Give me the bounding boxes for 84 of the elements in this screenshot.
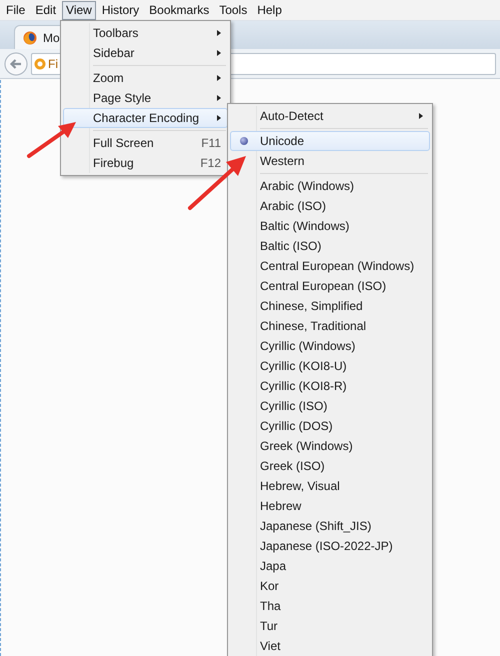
submenu-arrow-icon [217,50,221,56]
menu-item[interactable]: Viet [230,636,430,656]
menu-item-label: Arabic (ISO) [260,198,328,215]
menu-item[interactable]: Full Screen F11 [63,133,228,153]
menu-item[interactable]: Arabic (ISO) [230,196,430,216]
menu-bar-item[interactable]: Tools [215,0,252,20]
menu-item[interactable]: Chinese, Simplified [230,296,430,316]
menu-item[interactable]: Chinese, Traditional [230,316,430,336]
warning-icon [34,58,46,70]
menu-item-label: Firebug [93,155,135,172]
menu-item-label: Greek (Windows) [260,438,354,455]
menu-item-label: Tha [260,598,282,615]
menu-item-label: Toolbars [93,25,140,42]
menu-item[interactable]: Cyrillic (Windows) [230,336,430,356]
menu-item-label: Cyrillic (DOS) [260,418,334,435]
menu-item-label: Chinese, Traditional [260,318,368,335]
menu-item-label: Hebrew, Visual [260,478,341,495]
menu-item-label: Cyrillic (Windows) [260,338,356,355]
menu-item-label: Tur [260,618,279,635]
menu-item-label: Kor [260,578,280,595]
tab-title: Mo [43,30,60,46]
menu-item[interactable]: Baltic (ISO) [230,236,430,256]
menu-item-label: Japa [260,558,288,575]
menu-item[interactable]: Cyrillic (KOI8-R) [230,376,430,396]
menu-item[interactable]: Japanese (ISO-2022-JP) [230,536,430,556]
menu-item-label: Unicode [260,133,306,150]
browser-logo-icon [23,30,37,44]
menu-item-label: Greek (ISO) [260,458,326,475]
menu-bar-item[interactable]: File [2,0,30,20]
menu-item[interactable]: Auto-Detect [230,106,430,126]
url-text: Fi [48,56,58,72]
menu-item-label: Arabic (Windows) [260,178,356,195]
menu-item-label: Western [260,153,306,170]
menu-item-label: Central European (Windows) [260,258,416,275]
menu-item[interactable]: Firebug F12 [63,153,228,173]
menu-item[interactable]: Hebrew [230,496,430,516]
menu-item-label: Character Encoding [93,110,200,127]
menu-item-label: Hebrew [260,498,302,515]
menu-item[interactable]: Japanese (Shift_JIS) [230,516,430,536]
menu-item[interactable]: Cyrillic (ISO) [230,396,430,416]
menu-item[interactable]: Toolbars [63,23,228,43]
menu-item-label: Auto-Detect [260,108,324,125]
menu-item-label: Central European (ISO) [260,278,388,295]
menu-bar-item[interactable]: Edit [31,0,60,20]
menu-item[interactable]: Character Encoding [63,108,228,128]
radio-dot-icon [240,137,248,145]
submenu-arrow-icon [217,75,221,81]
menu-item[interactable]: Arabic (Windows) [230,176,430,196]
menu-item-label: Chinese, Simplified [260,298,364,315]
menu-item[interactable]: Hebrew, Visual [230,476,430,496]
menu-item-label: Japanese (ISO-2022-JP) [260,538,394,555]
submenu-arrow-icon [217,30,221,36]
menu-bar-item[interactable]: Help [253,0,286,20]
menu-item[interactable]: Baltic (Windows) [230,216,430,236]
menu-item[interactable]: Central European (Windows) [230,256,430,276]
menu-item-label: Baltic (ISO) [260,238,322,255]
menu-item-label: Page Style [93,90,152,107]
menu-item[interactable]: Cyrillic (KOI8-U) [230,356,430,376]
menu-item-label: Japanese (Shift_JIS) [260,518,372,535]
menu-bar-item[interactable]: History [98,0,144,20]
menu-item-label: Cyrillic (KOI8-R) [260,378,348,395]
menu-item[interactable]: Page Style [63,88,228,108]
menu-item[interactable]: Kor [230,576,430,596]
menu-item[interactable]: Japa [230,556,430,576]
shortcut-label: F12 [200,155,221,172]
menu-item-label: Cyrillic (KOI8-U) [260,358,348,375]
menu-item-label: Cyrillic (ISO) [260,398,328,415]
menu-item-label: Baltic (Windows) [260,218,350,235]
submenu-arrow-icon [217,115,221,121]
menu-item-label: Viet [260,638,282,655]
menu-item[interactable]: Tur [230,616,430,636]
menu-bar-item[interactable]: Bookmarks [145,0,214,20]
menu-item[interactable]: Unicode [230,131,430,151]
menu-item[interactable]: Cyrillic (DOS) [230,416,430,436]
menu-item[interactable]: Greek (ISO) [230,456,430,476]
menu-item[interactable]: Greek (Windows) [230,436,430,456]
submenu-arrow-icon [419,113,423,119]
shortcut-label: F11 [201,135,221,152]
menu-item-label: Full Screen [93,135,155,152]
menu-bar-item[interactable]: View [62,0,96,20]
menu-item[interactable]: Central European (ISO) [230,276,430,296]
menu-item[interactable]: Tha [230,596,430,616]
submenu-arrow-icon [217,95,221,101]
back-button[interactable] [4,52,28,76]
